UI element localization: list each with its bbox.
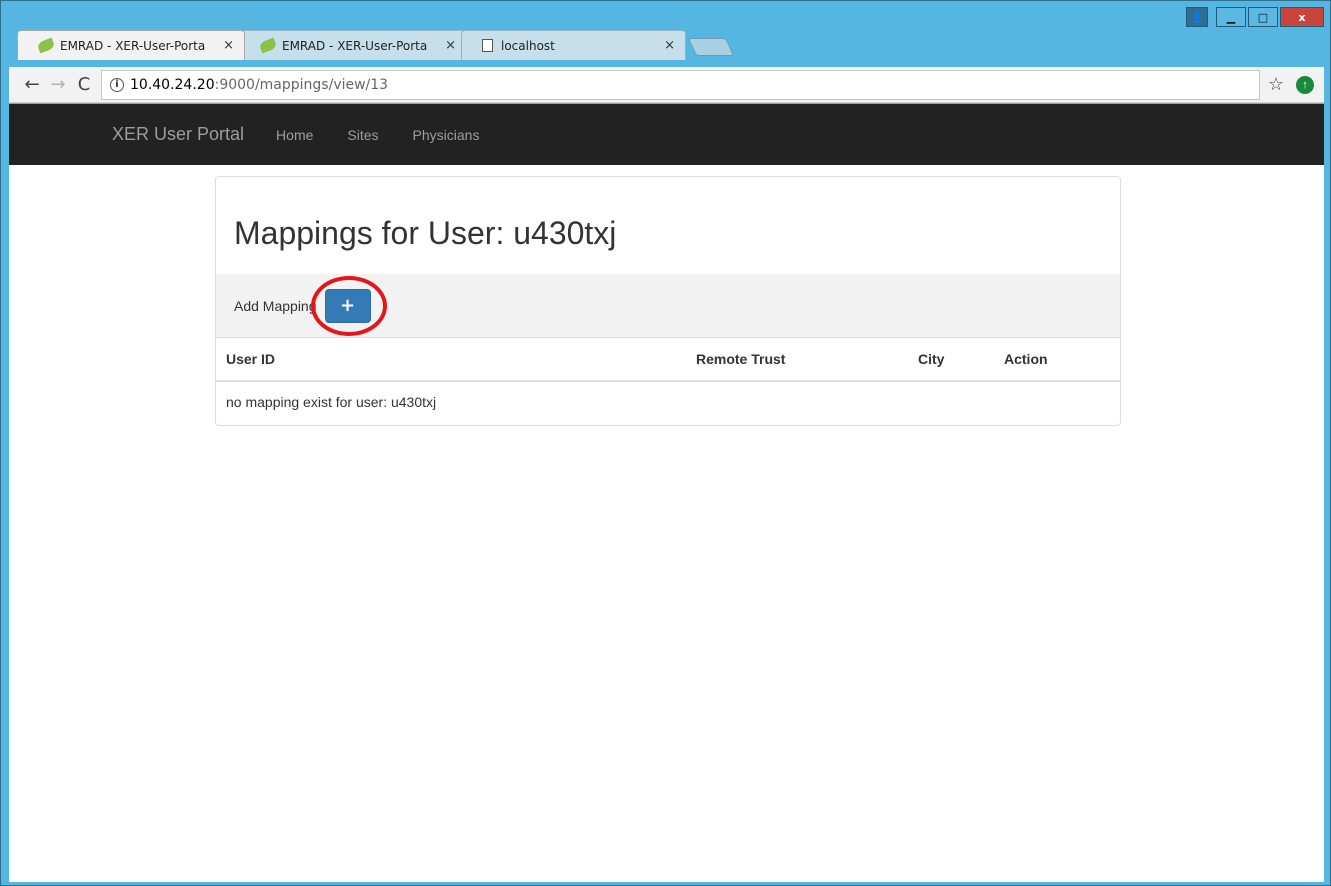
address-bar[interactable]: i 10.40.24.20:9000/mappings/view/13 <box>101 69 1260 100</box>
browser-toolbar: ← → C i 10.40.24.20:9000/mappings/view/1… <box>9 67 1324 103</box>
mappings-panel: Mappings for User: u430txj Add Mapping +… <box>215 176 1121 426</box>
info-icon[interactable]: i <box>110 77 124 92</box>
extension-icon[interactable]: ↑ <box>1296 75 1314 94</box>
window-controls: 👤 ▁ □ x <box>1186 7 1324 27</box>
minimize-button[interactable]: ▁ <box>1216 7 1246 27</box>
leaf-icon <box>258 37 278 54</box>
tab-title: EMRAD - XER-User-Porta <box>282 38 428 53</box>
user-icon[interactable]: 👤 <box>1186 7 1208 27</box>
col-header-remote-trust: Remote Trust <box>686 338 908 382</box>
col-header-city: City <box>908 338 994 382</box>
close-window-button[interactable]: x <box>1280 7 1324 27</box>
back-icon[interactable]: ← <box>19 74 45 95</box>
table-row: no mapping exist for user: u430txj <box>216 381 1120 422</box>
col-header-action: Action <box>994 338 1120 382</box>
url-path: :9000/mappings/view/13 <box>214 76 389 93</box>
nav-link-home[interactable]: Home <box>276 127 313 143</box>
new-tab-button[interactable] <box>687 38 735 56</box>
empty-message: no mapping exist for user: u430txj <box>226 394 437 410</box>
page-viewport: XER User Portal Home Sites Physicians Ma… <box>9 104 1324 882</box>
reload-icon[interactable]: C <box>71 74 97 95</box>
tab-localhost[interactable]: localhost × <box>461 30 686 60</box>
page-title: Mappings for User: u430txj <box>234 215 617 251</box>
add-mapping-label: Add Mapping <box>234 297 317 314</box>
tab-emrad-2[interactable]: EMRAD - XER-User-Porta × <box>239 30 467 60</box>
maximize-button[interactable]: □ <box>1248 7 1278 27</box>
tab-emrad-1[interactable]: EMRAD - XER-User-Porta × <box>17 30 245 60</box>
bookmark-star-icon[interactable]: ☆ <box>1268 74 1284 95</box>
add-mapping-row: Add Mapping + <box>216 274 1120 338</box>
add-mapping-button[interactable]: + <box>310 275 387 336</box>
tab-title: EMRAD - XER-User-Porta <box>60 38 206 53</box>
table-header-row: User ID Remote Trust City Action <box>216 338 1120 382</box>
url-host: 10.40.24.20 <box>130 76 215 93</box>
forward-icon[interactable]: → <box>45 74 71 95</box>
tab-strip: EMRAD - XER-User-Porta × EMRAD - XER-Use… <box>17 30 735 60</box>
tab-close-icon[interactable]: × <box>223 38 234 53</box>
browser-window: 👤 ▁ □ x EMRAD - XER-User-Porta × EMRAD -… <box>0 0 1331 886</box>
page-icon <box>482 39 493 52</box>
tab-close-icon[interactable]: × <box>664 38 675 53</box>
leaf-icon <box>36 37 56 54</box>
tab-close-icon[interactable]: × <box>445 38 456 53</box>
col-header-user-id: User ID <box>216 338 686 382</box>
nav-link-physicians[interactable]: Physicians <box>413 127 480 143</box>
mappings-table: User ID Remote Trust City Action no mapp… <box>216 338 1120 422</box>
brand-link[interactable]: XER User Portal <box>112 124 244 145</box>
tab-title: localhost <box>501 38 555 53</box>
nav-link-sites[interactable]: Sites <box>347 127 378 143</box>
highlight-circle <box>310 275 387 336</box>
top-navbar: XER User Portal Home Sites Physicians <box>9 104 1324 165</box>
